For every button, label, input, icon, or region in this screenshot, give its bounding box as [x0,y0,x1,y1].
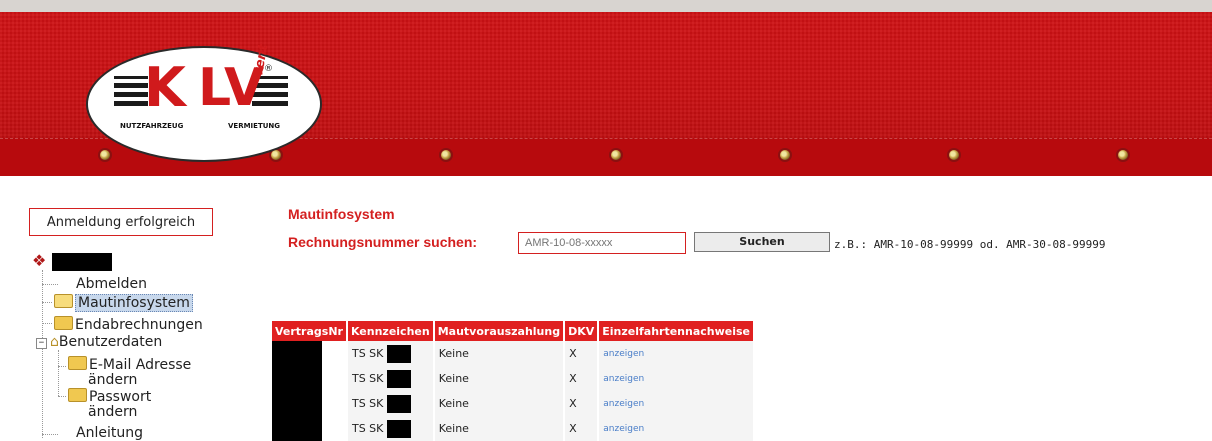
dkv-cell: X [565,416,598,441]
klv-rent-logo[interactable]: K LV rent ® NUTZFAHRZEUG VERMIETUNG [86,43,322,162]
table-row: TS SK Keine X anzeigen [272,391,754,416]
house-folder-icon: ⌂ [50,334,59,350]
redacted-value [272,366,322,391]
grommet-icon [441,150,451,160]
anzeigen-link[interactable]: anzeigen [599,416,754,441]
sidebar-item-email-aendern[interactable]: E-Mail Adresse [68,356,191,373]
vertragsnr-cell [272,366,346,391]
sidebar-item-passwort-aendern[interactable]: Passwort [68,388,151,405]
tree-line [58,396,66,397]
kennzeichen-cell: TS SK [347,341,433,366]
redacted-value [386,344,411,363]
folder-open-icon [54,294,73,308]
tree-line [42,270,43,438]
dkv-cell: X [565,391,598,416]
maut-cell: Keine [434,416,564,441]
tree-line [42,302,52,303]
redacted-value [386,369,411,388]
kennzeichen-cell: TS SK [347,391,433,416]
sidebar-item-email-aendern-line2[interactable]: ändern [88,372,137,388]
kennzeichen-value: TS SK [351,421,384,435]
sidebar-item-benutzerdaten[interactable]: ⌂Benutzerdaten [50,334,162,350]
folder-icon [68,388,87,402]
redacted-value [386,394,411,413]
folder-icon [68,356,87,370]
kennzeichen-cell: TS SK [347,366,433,391]
dkv-cell: X [565,341,598,366]
results-table: VertragsNr Kennzeichen Mautvorauszahlung… [270,321,755,441]
table-row: TS SK Keine X anzeigen [272,366,754,391]
invoice-search-input[interactable] [518,232,686,254]
anzeigen-link[interactable]: anzeigen [599,391,754,416]
header-banner: K LV rent ® NUTZFAHRZEUG VERMIETUNG [0,0,1212,176]
grommet-icon [1118,150,1128,160]
redacted-value [272,416,322,441]
sidebar-item-anleitung[interactable]: Anleitung [76,425,143,441]
search-label: Rechnungsnummer suchen: [288,234,478,250]
grommet-icon [611,150,621,160]
maut-cell: Keine [434,366,564,391]
logo-letter-k: K [144,56,186,119]
kennzeichen-value: TS SK [351,371,384,385]
grommet-icon [949,150,959,160]
kennzeichen-value: TS SK [351,396,384,410]
redacted-value [272,391,322,416]
vertragsnr-cell [272,416,346,441]
login-status-box: Anmeldung erfolgreich [29,208,213,236]
column-header: VertragsNr [272,321,346,341]
table-row: TS SK Keine X anzeigen [272,341,754,366]
sidebar-item-label: Benutzerdaten [58,334,163,350]
page-title: Mautinfosystem [288,206,395,222]
logo-registered-mark: ® [264,64,273,74]
tree-line [42,284,58,285]
redacted-username [52,253,112,271]
redacted-value [386,419,411,438]
sidebar-item-label: Mautinfosystem [75,294,193,312]
sidebar-item-label: Passwort [89,389,152,405]
maut-cell: Keine [434,391,564,416]
tree-line [58,350,59,396]
sidebar-item-abmelden[interactable]: Abmelden [76,276,147,292]
tree-collapse-toggle[interactable]: − [36,338,47,349]
table-header-row: VertragsNr Kennzeichen Mautvorauszahlung… [272,321,754,341]
dkv-cell: X [565,366,598,391]
tree-line [42,434,58,435]
sidebar-item-endabrechnungen[interactable]: Endabrechnungen [54,316,203,333]
vertragsnr-cell [272,341,346,366]
sidebar-item-mautinfosystem[interactable]: Mautinfosystem [54,294,193,312]
logo-stripes-left [114,76,148,106]
search-example-hint: z.B.: AMR-10-08-99999 od. AMR-30-08-9999… [834,238,1106,251]
search-button[interactable]: Suchen [694,232,830,252]
sidebar-item-label: E-Mail Adresse [89,357,192,373]
maut-cell: Keine [434,341,564,366]
kennzeichen-value: TS SK [351,346,384,360]
anzeigen-link[interactable]: anzeigen [599,366,754,391]
user-book-icon: ❖ [32,251,47,270]
column-header: DKV [565,321,598,341]
tree-line [42,323,52,324]
redacted-value [272,341,322,366]
vertragsnr-cell [272,391,346,416]
sidebar-item-label: Endabrechnungen [75,317,203,333]
banner-top-strip [0,0,1212,12]
column-header: Mautvorauszahlung [434,321,564,341]
anzeigen-link[interactable]: anzeigen [599,341,754,366]
tree-line [58,366,66,367]
kennzeichen-cell: TS SK [347,416,433,441]
sidebar-item-passwort-aendern-line2[interactable]: ändern [88,404,137,420]
logo-tag-right: VERMIETUNG [228,122,281,130]
table-row: TS SK Keine X anzeigen [272,416,754,441]
column-header: Kennzeichen [347,321,433,341]
logo-tag-left: NUTZFAHRZEUG [120,122,184,130]
column-header: Einzelfahrtennachweise [599,321,754,341]
folder-icon [54,316,73,330]
grommet-icon [780,150,790,160]
